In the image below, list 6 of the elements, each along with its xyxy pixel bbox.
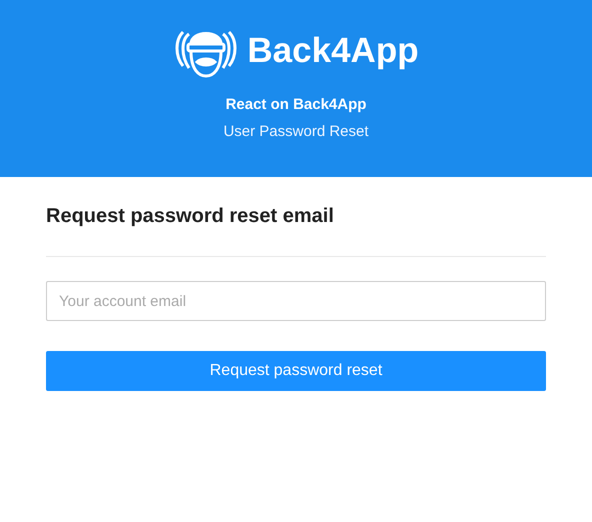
reset-button[interactable]: Request password reset: [46, 351, 546, 391]
email-field[interactable]: Your account email: [46, 281, 546, 321]
app-title: React on Back4App: [226, 95, 366, 115]
form-heading: Request password reset email: [46, 204, 335, 228]
brand-name: Back4App: [247, 30, 419, 72]
app-subtitle: User Password Reset: [223, 122, 369, 142]
